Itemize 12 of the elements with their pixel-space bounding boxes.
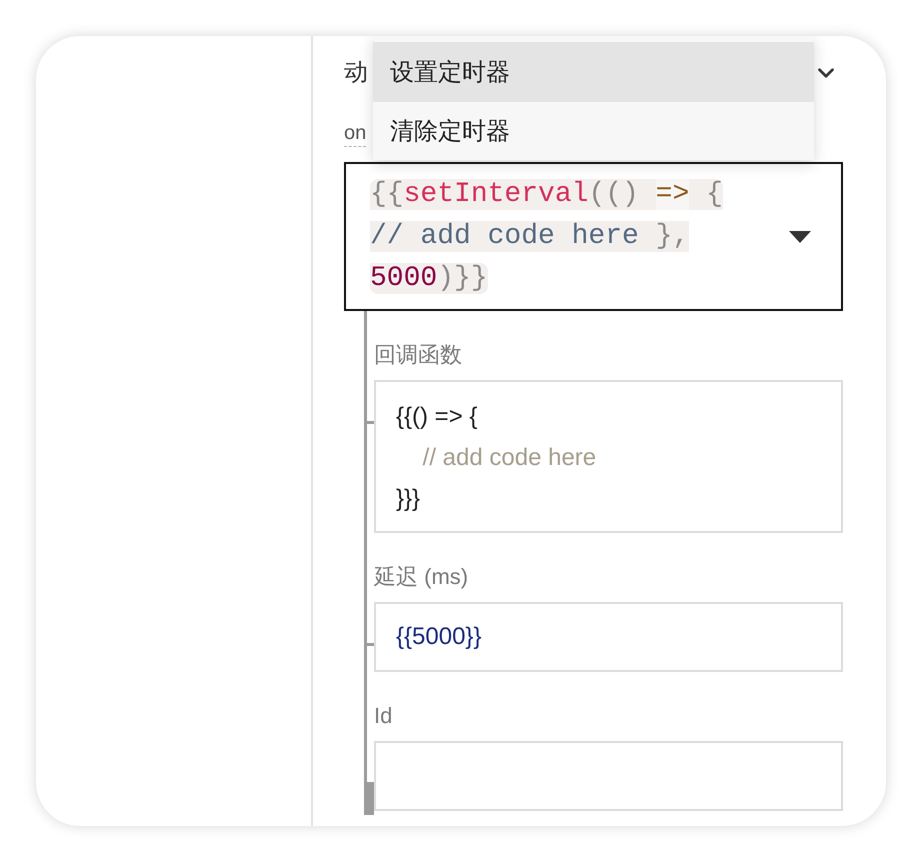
event-label: on — [344, 120, 366, 147]
menu-item[interactable]: 清除定时器 — [373, 102, 814, 160]
caret-down-icon — [789, 230, 811, 242]
input-field[interactable] — [374, 741, 843, 811]
field-label: Id — [374, 702, 392, 730]
code-input-field[interactable]: {{() => { // add code here }}} — [374, 380, 843, 533]
field-label: 回调函数 — [374, 341, 462, 369]
menu-item[interactable]: 设置定时器 — [373, 42, 814, 102]
input-field[interactable]: {{5000}} — [374, 602, 843, 672]
section-heading: 动 — [344, 58, 368, 88]
field-label: 延迟 (ms) — [374, 563, 468, 591]
action-select-field[interactable]: {{setInterval(() => { // add code here }, 5000)}} — [344, 162, 843, 311]
